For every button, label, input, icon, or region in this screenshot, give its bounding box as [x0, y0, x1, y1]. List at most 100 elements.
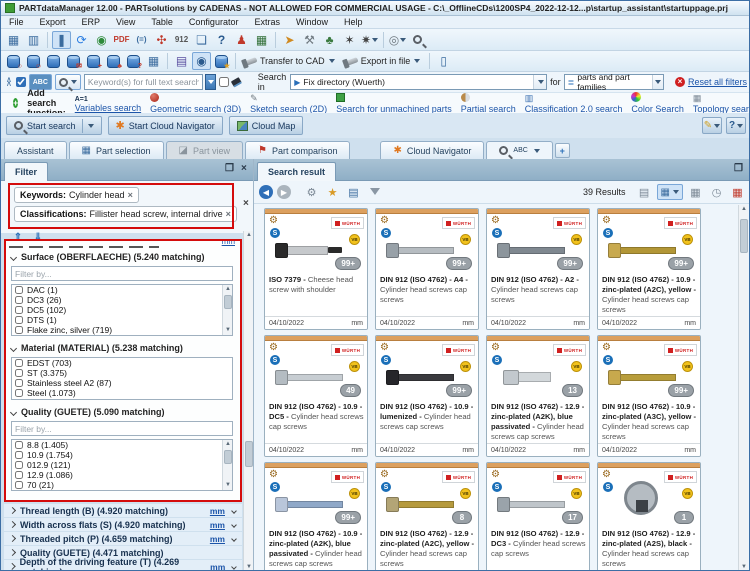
compare-table-icon[interactable]: ▦: [729, 186, 746, 199]
unit-link[interactable]: mm: [210, 506, 225, 516]
list-item[interactable]: DTS (1): [12, 315, 232, 325]
help-dropdown-button[interactable]: ?: [726, 117, 746, 134]
search-in-combobox[interactable]: ▶ Fix directory (Wuerth): [290, 74, 547, 90]
threaded-pitch-filter-row[interactable]: Threaded pitch (P) (4.659 matching)mm: [4, 532, 242, 545]
list-item[interactable]: 012.9 (121): [12, 460, 232, 470]
start-cloud-navigator-button[interactable]: ✱Start Cloud Navigator: [108, 116, 223, 135]
result-settings-gear-icon[interactable]: ⚙: [303, 186, 320, 199]
partial-search-link[interactable]: Partial search: [461, 93, 516, 114]
db-icon[interactable]: [44, 52, 63, 70]
quality-list-scrollbar[interactable]: ▲▼: [222, 440, 232, 490]
result-card[interactable]: ⚙ S WÜRTH VB 99+ DIN 912 (ISO 4762) - A2…: [486, 208, 590, 330]
remove-keywords-icon[interactable]: ×: [128, 190, 133, 200]
tile-view-button[interactable]: ▦: [657, 184, 683, 200]
quality-filter-input[interactable]: [11, 421, 233, 436]
result-card[interactable]: ⚙ S WÜRTH VB 13 DIN 912 (ISO 4762) - 12.…: [486, 335, 590, 457]
menu-configurator[interactable]: Configurator: [181, 17, 247, 27]
std-parts-icon[interactable]: ▥: [24, 31, 43, 49]
din-standard-icon[interactable]: 912: [172, 31, 191, 49]
history-icon[interactable]: ◷: [708, 186, 725, 199]
add-tab-button[interactable]: +: [555, 143, 570, 158]
back-button[interactable]: ◀: [259, 185, 273, 199]
result-card[interactable]: ⚙ S WÜRTH VB 49 DIN 912 (ISO 4762) - 10.…: [264, 335, 368, 457]
close-panel-icon[interactable]: ×: [241, 164, 247, 174]
result-card[interactable]: ⚙ S WÜRTH VB 1 DIN 912 (ISO 4762) - 12.9…: [597, 462, 701, 571]
help-icon[interactable]: ?: [212, 31, 231, 49]
material-section-header[interactable]: Material (MATERIAL) (5.238 matching): [11, 343, 183, 353]
filter-panel-scrollbar[interactable]: ▲▼: [243, 231, 253, 571]
list-item[interactable]: EDST (703): [12, 358, 232, 368]
result-card[interactable]: ⚙ S WÜRTH VB 17 DIN 912 (ISO 4762) - 12.…: [486, 462, 590, 571]
tab-part-view[interactable]: ◪Part view: [166, 141, 243, 159]
effects-more-icon[interactable]: ✷: [360, 31, 379, 49]
list-item[interactable]: Steel (1.073): [12, 388, 232, 398]
tab-search-abc[interactable]: ABC: [486, 141, 552, 159]
menu-export[interactable]: Export: [32, 17, 74, 27]
delete-filter-icon[interactable]: [366, 187, 383, 197]
filter-tab[interactable]: Filter: [4, 162, 48, 181]
topology-search-link[interactable]: ▦ Topology search: [693, 93, 750, 114]
tab-part-comparison[interactable]: ⚑Part comparison: [245, 141, 351, 159]
list-item[interactable]: ST (3.375): [12, 368, 232, 378]
color-search-link[interactable]: Color Search: [631, 92, 684, 114]
collapse-search-icon[interactable]: ∧∧: [5, 78, 13, 86]
eraser-icon[interactable]: [231, 77, 242, 87]
assembly-tree-icon[interactable]: ♣: [320, 31, 339, 49]
effects-icon[interactable]: ✶: [340, 31, 359, 49]
export-in-file-button[interactable]: Export in file: [341, 52, 426, 70]
surface-filter-input[interactable]: [11, 266, 233, 281]
add-favorite-icon[interactable]: ★: [324, 186, 341, 199]
unit-link[interactable]: mm: [210, 534, 225, 544]
db-user-icon[interactable]: ☺: [24, 52, 43, 70]
list-item[interactable]: Flake zinc, silver (719): [12, 325, 232, 335]
menu-help[interactable]: Help: [336, 17, 371, 27]
parts-list-toggle-icon[interactable]: ❚: [52, 31, 71, 49]
list-item[interactable]: DC5 (102): [12, 305, 232, 315]
report-icon[interactable]: ❏: [192, 31, 211, 49]
db-add-icon[interactable]: +: [84, 52, 103, 70]
keyword-dropdown[interactable]: [205, 74, 216, 90]
list-item[interactable]: DC3 (26): [12, 295, 232, 305]
maximize-result-panel-icon[interactable]: ❐: [734, 164, 743, 174]
start-search-button[interactable]: Start search: [6, 116, 102, 135]
db-mail-icon[interactable]: ✉: [64, 52, 83, 70]
menu-erp[interactable]: ERP: [74, 17, 109, 27]
unit-link[interactable]: mm: [210, 562, 225, 571]
tab-cloud-navigator[interactable]: ✱Cloud Navigator: [380, 141, 484, 159]
menu-view[interactable]: View: [108, 17, 143, 27]
reset-all-filters-link[interactable]: × Reset all filters: [675, 77, 747, 87]
side-panel-icon[interactable]: ▯: [434, 52, 453, 70]
driving-feature-depth-filter-row[interactable]: Depth of the driving feature (T) (4.269 …: [4, 560, 242, 571]
web-catalog-icon[interactable]: ◉: [92, 31, 111, 49]
refresh-icon[interactable]: ⟳: [72, 31, 91, 49]
surface-section-header[interactable]: Surface (OBERFLAECHE) (5.240 matching): [11, 252, 205, 262]
table-view-icon[interactable]: ▦: [687, 186, 704, 199]
list-view-icon[interactable]: ▤: [636, 186, 653, 199]
fulltext-checkbox[interactable]: [16, 77, 26, 87]
keywords-filter-chip[interactable]: Keywords:Cylinder head×: [14, 187, 139, 203]
search-for-combobox[interactable]: ≣ parts and part families: [564, 74, 664, 90]
calendar-icon[interactable]: ▦: [144, 52, 163, 70]
bom-document-icon[interactable]: ▤: [172, 52, 191, 70]
result-card[interactable]: ⚙ S WÜRTH VB 99+ DIN 912 (ISO 4762) - 10…: [375, 335, 479, 457]
result-card[interactable]: ⚙ S WÜRTH VB 99+ DIN 912 (ISO 4762) - 10…: [597, 335, 701, 457]
search-result-tab[interactable]: Search result: [257, 162, 336, 181]
clear-filters-icon[interactable]: ×: [243, 199, 249, 209]
unit-link[interactable]: mm: [210, 520, 225, 530]
forward-button[interactable]: ▶: [277, 185, 291, 199]
roles-icon[interactable]: ♟: [232, 31, 251, 49]
table-icon[interactable]: ▦: [252, 31, 271, 49]
menu-table[interactable]: Table: [143, 17, 181, 27]
tab-assistant[interactable]: Assistant: [4, 141, 67, 159]
selection-tool-icon[interactable]: ◎: [388, 31, 407, 49]
menu-extras[interactable]: Extras: [246, 17, 288, 27]
tab-part-selection[interactable]: ▦Part selection: [69, 141, 164, 159]
results-scrollbar[interactable]: ▲▼: [738, 205, 748, 571]
surface-list-scrollbar[interactable]: ▲▼: [222, 285, 232, 335]
maximize-panel-icon[interactable]: ❐: [225, 164, 234, 174]
width-across-flats-filter-row[interactable]: Width across flats (S) (4.920 matching)m…: [4, 518, 242, 531]
db-favorite-icon[interactable]: ★: [212, 52, 231, 70]
list-item[interactable]: 8.8 (1.405): [12, 440, 232, 450]
result-card[interactable]: ⚙ S WÜRTH VB 99+ DIN 912 (ISO 4762) - A4…: [375, 208, 479, 330]
list-item[interactable]: 12.9 (1.086): [12, 470, 232, 480]
